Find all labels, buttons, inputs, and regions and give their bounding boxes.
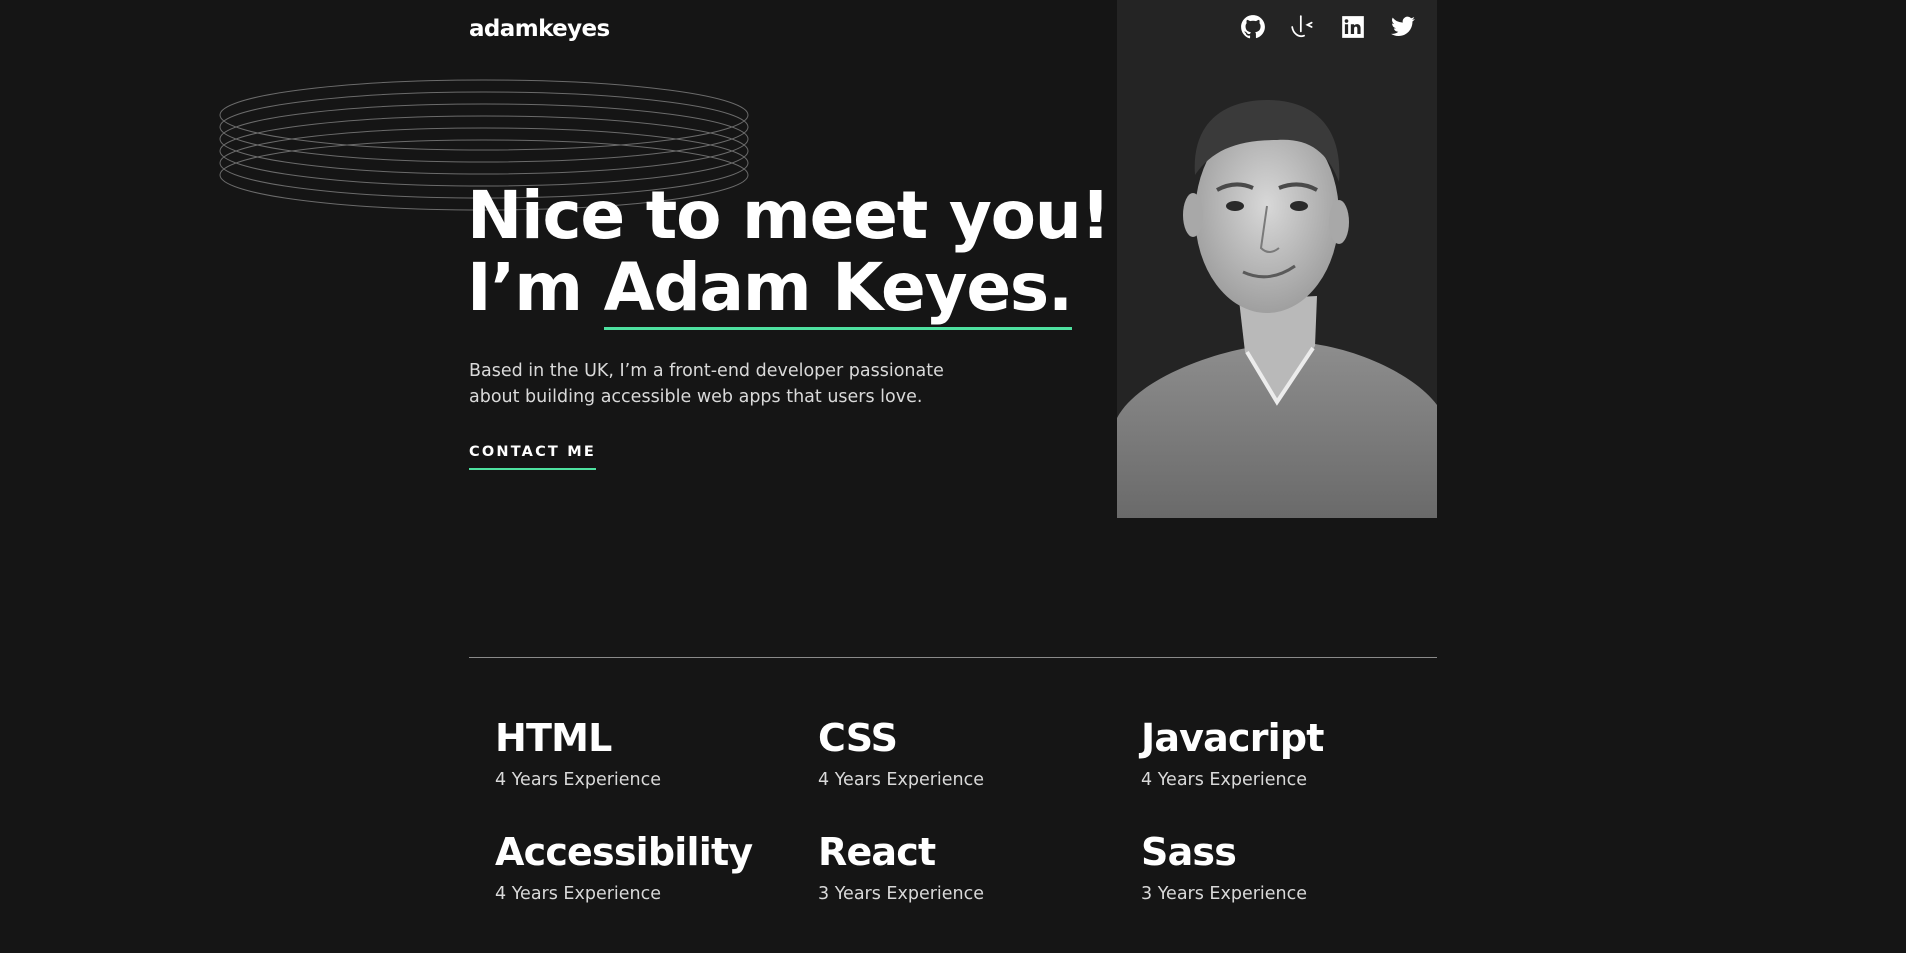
skill-name: CSS (818, 716, 898, 760)
github-link[interactable] (1240, 14, 1266, 40)
hero-intro: Based in the UK, I’m a front-end develop… (469, 361, 944, 407)
section-divider (469, 657, 1437, 658)
hero-headline: Nice to meet you! I’m Adam Keyes. (467, 177, 1111, 330)
skill-name: HTML (495, 716, 612, 760)
site-logo[interactable]: adamkeyes (469, 16, 610, 42)
skill-name: Accessibility (495, 830, 753, 874)
skill-experience: 3 Years Experience (818, 884, 985, 904)
skill-item: HTML 4 Years Experience (495, 716, 661, 790)
headline-line-1: Nice to meet you! (467, 177, 1111, 254)
frontend-mentor-link[interactable] (1290, 14, 1316, 40)
skill-experience: 4 Years Experience (818, 770, 985, 790)
headline-name: Adam Keyes. (603, 249, 1073, 330)
skill-experience: 4 Years Experience (495, 770, 662, 790)
twitter-icon (1391, 16, 1415, 36)
contact-me-link[interactable]: CONTACT ME (469, 444, 597, 470)
skill-item: CSS 4 Years Experience (818, 716, 984, 790)
frontend-mentor-icon (1291, 15, 1313, 38)
profile-photo (1117, 0, 1437, 518)
social-links (1240, 14, 1416, 40)
skill-item: React 3 Years Experience (818, 830, 984, 904)
skill-experience: 3 Years Experience (1141, 884, 1308, 904)
skill-name: Sass (1141, 830, 1237, 874)
skill-item: Accessibility 4 Years Experience (495, 830, 753, 904)
linkedin-link[interactable] (1340, 14, 1366, 40)
portfolio-page: adamkeyes Nice to meet you! I’m Adam Key… (0, 0, 1906, 953)
headline-prefix: I’m (467, 249, 604, 326)
skill-item: Sass 3 Years Experience (1141, 830, 1307, 904)
linkedin-icon (1342, 16, 1364, 38)
skill-name: React (818, 830, 936, 874)
twitter-link[interactable] (1390, 14, 1416, 40)
github-icon (1241, 15, 1265, 39)
skill-name: Javacript (1141, 716, 1324, 760)
skill-experience: 4 Years Experience (1141, 770, 1308, 790)
skill-item: Javacript 4 Years Experience (1141, 716, 1324, 790)
skill-experience: 4 Years Experience (495, 884, 662, 904)
